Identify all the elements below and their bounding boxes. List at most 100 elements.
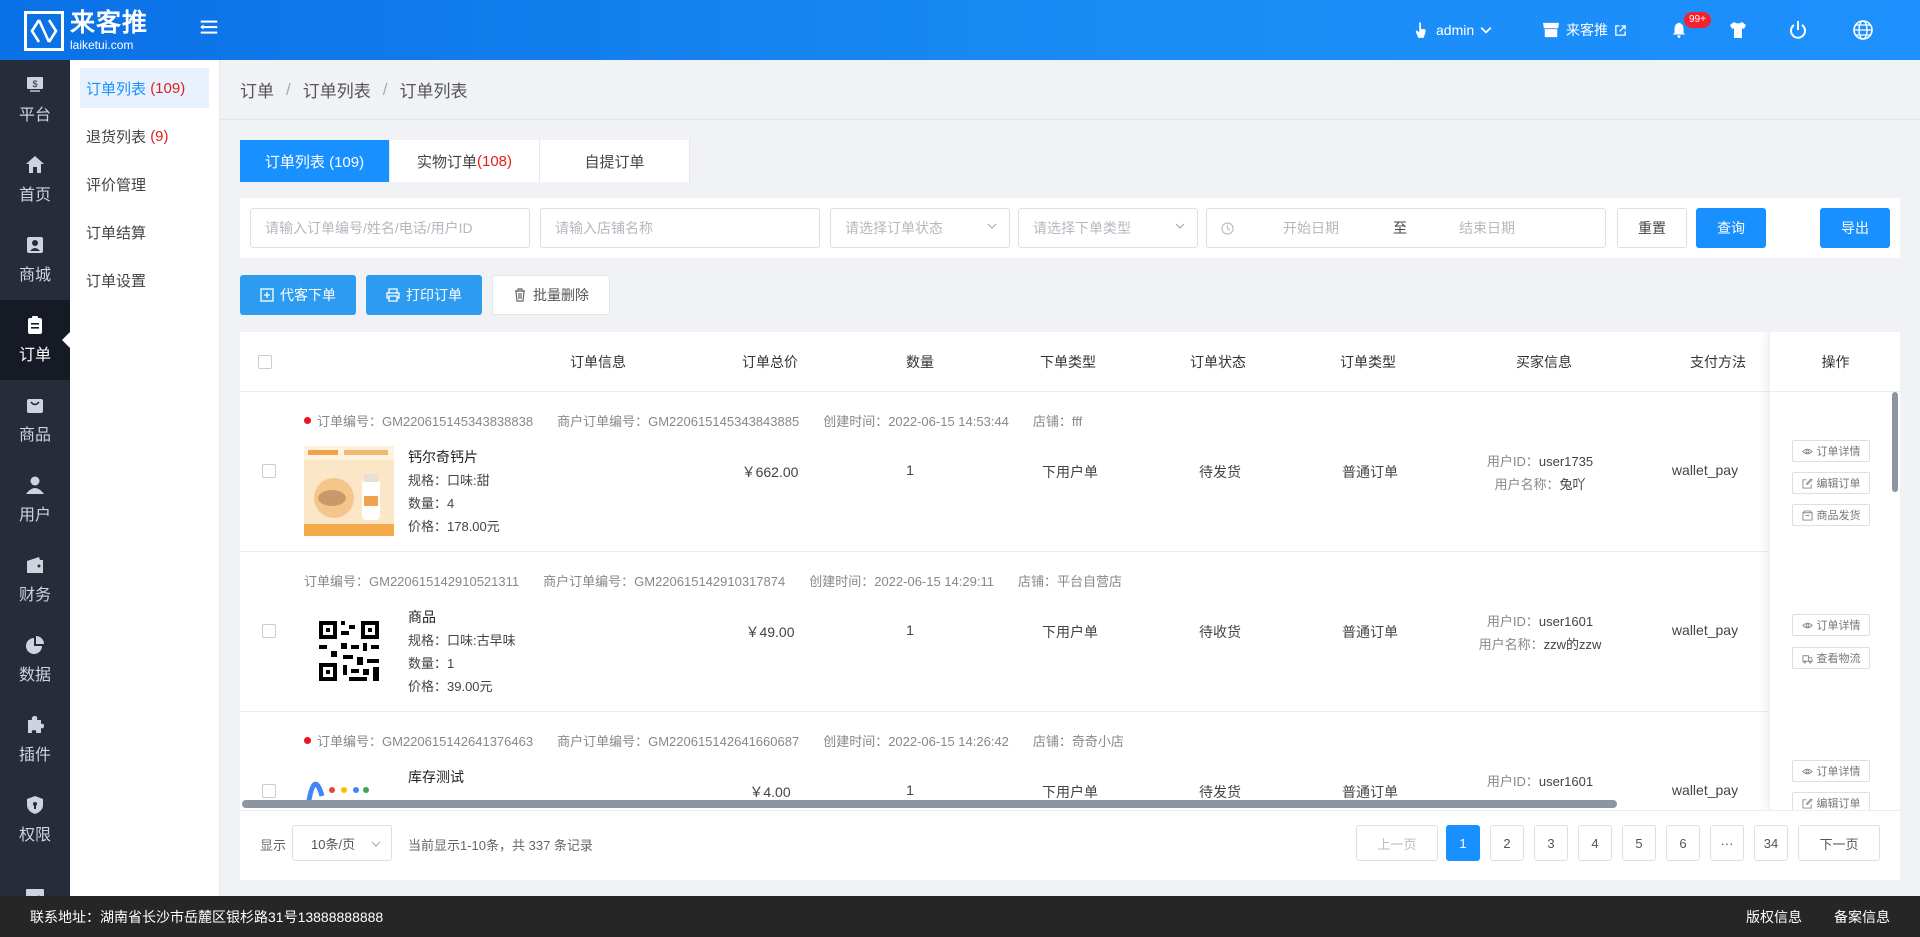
store-link[interactable]: 来客推	[1542, 0, 1627, 60]
notification-bell[interactable]: 99+	[1670, 0, 1711, 60]
column-header: 数量	[906, 354, 934, 370]
print-order-button[interactable]: 打印订单	[366, 275, 482, 315]
start-date-input[interactable]: 开始日期	[1283, 218, 1339, 238]
nav-user[interactable]: 用户	[0, 460, 70, 540]
order-detail-button[interactable]: 订单详情	[1792, 614, 1870, 636]
mall-icon	[27, 237, 43, 253]
export-button[interactable]: 导出	[1820, 208, 1890, 248]
prev-page-button[interactable]: 上一页	[1356, 825, 1438, 861]
logo[interactable]: 来客推 laiketui.com	[24, 8, 174, 54]
page-button[interactable]: 2	[1490, 825, 1524, 861]
edit-order-button[interactable]: 编辑订单	[1792, 792, 1870, 810]
nav-mall[interactable]: 商城	[0, 220, 70, 300]
shield-icon	[27, 796, 43, 814]
breadcrumb-item[interactable]: 订单列表	[303, 77, 371, 102]
language-button[interactable]	[1852, 0, 1874, 60]
breadcrumb-item[interactable]: 订单	[240, 77, 274, 102]
nav-plugin[interactable]: 插件	[0, 700, 70, 780]
page-button[interactable]: 4	[1578, 825, 1612, 861]
nav-home[interactable]: 首页	[0, 140, 70, 220]
place-type-select[interactable]: 请选择下单类型	[1018, 208, 1198, 248]
row-checkbox[interactable]	[262, 464, 276, 478]
order-status: 待收货	[1199, 624, 1241, 640]
tab-physical-orders[interactable]: 实物订单 (108)	[390, 140, 540, 182]
submenu-order-list[interactable]: 订单列表 (109)	[80, 68, 209, 108]
submenu-review-manage[interactable]: 评价管理	[80, 164, 209, 204]
page-button[interactable]: 34	[1754, 825, 1788, 861]
next-page-button[interactable]: 下一页	[1798, 825, 1880, 861]
vertical-scrollbar[interactable]	[1892, 392, 1898, 492]
order-detail-button[interactable]: 订单详情	[1792, 760, 1870, 782]
table-header: 订单信息 订单总价 数量 下单类型 订单状态 订单类型 买家信息 支付方法	[240, 332, 1900, 392]
nav-permission[interactable]: 权限	[0, 780, 70, 860]
submenu-return-list[interactable]: 退货列表 (9)	[80, 116, 209, 156]
user-icon	[26, 476, 44, 494]
edit-icon	[1801, 797, 1813, 809]
brand-name: 来客推	[70, 9, 149, 37]
batch-delete-button[interactable]: 批量删除	[492, 275, 610, 315]
order-meta: 订单编号：GM220615142910521311 商户订单编号：GM22061…	[304, 570, 1146, 590]
reset-button[interactable]: 重置	[1617, 208, 1687, 248]
page-ellipsis-button[interactable]: ···	[1710, 825, 1744, 861]
date-range-picker[interactable]: 开始日期 至 结束日期	[1206, 208, 1606, 248]
nav-order[interactable]: 订单	[0, 300, 70, 380]
order-status: 待发货	[1199, 464, 1241, 480]
table-row: 订单编号：GM220615142641376463 商户订单编号：GM22061…	[240, 712, 1768, 810]
nav-label: 商城	[18, 267, 51, 284]
external-link-icon	[1615, 24, 1626, 36]
svg-text:$: $	[32, 79, 37, 89]
select-all-checkbox[interactable]	[258, 332, 272, 392]
horizontal-scrollbar[interactable]	[242, 800, 1617, 808]
tab-all-orders[interactable]: 订单列表 (109)	[240, 140, 390, 182]
store-name-input[interactable]: 请输入店铺名称	[540, 208, 820, 248]
logout-button[interactable]	[1788, 0, 1808, 60]
product-info: 商品 规格：口味:古早味 数量：1 价格：39.00元	[408, 606, 516, 698]
nav-media[interactable]	[0, 860, 70, 896]
product-name[interactable]: 商品	[408, 606, 516, 629]
product-image[interactable]	[304, 446, 394, 536]
puzzle-icon	[28, 716, 44, 733]
ship-goods-button[interactable]: 商品发货	[1792, 504, 1870, 526]
nav-data[interactable]: 数据	[0, 620, 70, 700]
page-size-select[interactable]: 10条/页	[292, 825, 392, 861]
tab-pickup-orders[interactable]: 自提订单	[540, 140, 690, 182]
page-button[interactable]: 1	[1446, 825, 1480, 861]
theme-shirt-button[interactable]	[1728, 0, 1748, 60]
page-button[interactable]: 5	[1622, 825, 1656, 861]
nav-goods[interactable]: 商品	[0, 380, 70, 460]
nav-platform[interactable]: $ 平台	[0, 60, 70, 140]
menu-toggle-icon[interactable]	[198, 16, 222, 40]
breadcrumb-current: 订单列表	[399, 82, 468, 101]
order-type: 普通订单	[1342, 464, 1398, 480]
order-detail-button[interactable]: 订单详情	[1792, 440, 1870, 462]
product-name[interactable]: 库存测试	[408, 766, 464, 789]
column-header: 支付方法	[1690, 354, 1746, 370]
submenu-order-settings[interactable]: 订单设置	[80, 260, 209, 300]
order-search-input[interactable]: 请输入订单编号/姓名/电话/用户ID	[250, 208, 530, 248]
table-row: 订单编号：GM220615142910521311 商户订单编号：GM22061…	[240, 552, 1768, 712]
bulk-actions: 代客下单 打印订单 批量删除	[240, 275, 620, 315]
globe-icon	[1853, 20, 1873, 40]
admin-user-menu[interactable]: admin	[1414, 0, 1492, 60]
proxy-order-button[interactable]: 代客下单	[240, 275, 356, 315]
buyer-info: 用户ID：user1601	[1486, 774, 1594, 789]
submenu-order-settlement[interactable]: 订单结算	[80, 212, 209, 252]
row-checkbox[interactable]	[262, 624, 276, 638]
product-name[interactable]: 钙尔奇钙片	[408, 446, 500, 469]
end-date-input[interactable]: 结束日期	[1459, 218, 1515, 238]
product-image[interactable]	[304, 606, 394, 696]
buyer-user-id: user1601	[1538, 614, 1594, 629]
contact-address: 联系地址：湖南省长沙市岳麓区银杉路31号13888888888	[30, 908, 384, 925]
page-button[interactable]: 3	[1534, 825, 1568, 861]
row-checkbox[interactable]	[262, 784, 276, 798]
view-logistics-button[interactable]: 查看物流	[1792, 647, 1870, 669]
nav-finance[interactable]: 财务	[0, 540, 70, 620]
edit-order-button[interactable]: 编辑订单	[1792, 472, 1870, 494]
query-button[interactable]: 查询	[1696, 208, 1766, 248]
table-row: 订单编号：GM220615145343838838 商户订单编号：GM22061…	[240, 392, 1768, 552]
buyer-user-name: 兔吖	[1559, 477, 1586, 492]
copyright-link[interactable]: 版权信息	[1746, 907, 1802, 927]
icp-link[interactable]: 备案信息	[1834, 907, 1890, 927]
order-status-select[interactable]: 请选择订单状态	[830, 208, 1010, 248]
page-button[interactable]: 6	[1666, 825, 1700, 861]
